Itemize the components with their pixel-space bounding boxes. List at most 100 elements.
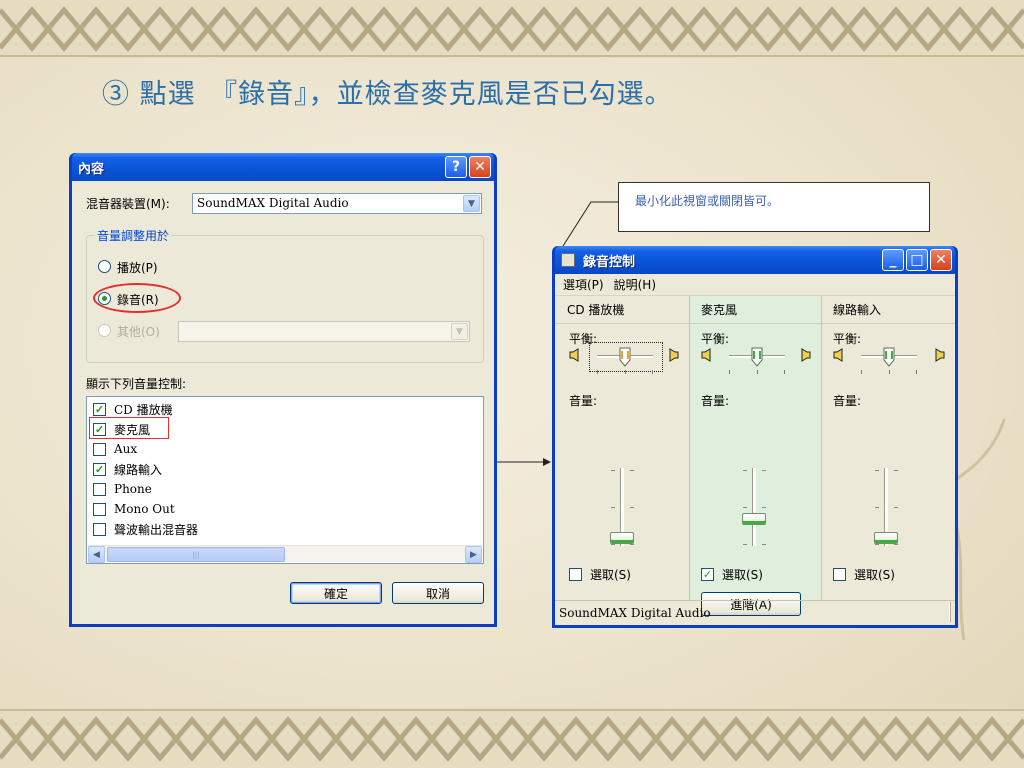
speaker-left-icon — [701, 348, 711, 362]
speaker-left-icon — [569, 348, 579, 362]
checkbox[interactable] — [93, 502, 106, 516]
recording-client: 選項(P) 說明(H) CD 播放機 麥克風 線路輸入 平衡: 音量: 選取(S… — [555, 274, 955, 625]
balance-slider-thumb[interactable] — [619, 347, 631, 367]
volume-tick — [743, 544, 747, 545]
list-item[interactable]: ✓ 線路輸入 — [93, 459, 162, 479]
close-button[interactable]: ✕ — [469, 156, 491, 178]
status-divider — [949, 602, 951, 622]
checkbox[interactable] — [569, 568, 582, 581]
select-checkbox-row[interactable]: 選取(S) — [569, 566, 631, 583]
checkbox[interactable] — [93, 442, 106, 456]
list-item[interactable]: ✓ CD 播放機 — [93, 399, 173, 419]
balance-tick — [889, 370, 890, 374]
balance-tick — [916, 370, 917, 374]
speaker-right-icon — [935, 348, 945, 362]
decorative-top-band — [0, 0, 1024, 58]
volume-slider-thumb[interactable] — [610, 532, 634, 545]
mixer-device-select[interactable]: SoundMAX Digital Audio ▼ — [192, 193, 482, 214]
volume-tick — [630, 544, 634, 545]
ok-button[interactable]: 確定 — [290, 582, 382, 604]
balance-tick — [861, 370, 862, 374]
checkbox[interactable]: ✓ — [701, 568, 714, 581]
speaker-left-icon — [833, 348, 843, 362]
decorative-bottom-band — [0, 708, 1024, 768]
checkbox[interactable]: ✓ — [93, 402, 106, 416]
volume-tick — [762, 470, 766, 471]
scroll-left-button[interactable]: ◀ — [88, 546, 105, 563]
volume-slider-thumb[interactable] — [742, 512, 766, 525]
volume-adjust-legend: 音量調整用於 — [94, 227, 173, 244]
minimize-button[interactable]: _ — [882, 249, 904, 271]
cancel-button[interactable]: 取消 — [392, 582, 484, 604]
tip-note-text: 最小化此視窗或關閉皆可。 — [635, 194, 780, 208]
checkbox[interactable]: ✓ — [93, 462, 106, 476]
radio-other-label: 其他(O) — [117, 325, 160, 339]
volume-tick — [762, 544, 766, 545]
scroll-thumb[interactable]: ||| — [107, 547, 285, 562]
speaker-right-icon — [669, 348, 679, 362]
scroll-right-button[interactable]: ▶ — [465, 546, 482, 563]
properties-title: 內容 — [78, 161, 105, 177]
horizontal-scrollbar[interactable]: ◀ ||| ▶ — [88, 545, 482, 563]
volume-tick — [630, 507, 634, 508]
volume-tick — [875, 544, 879, 545]
volume-label: 音量: — [833, 394, 862, 408]
checkbox[interactable] — [93, 482, 106, 496]
radio-playback-label: 播放(P) — [117, 261, 158, 275]
properties-client: 混音器裝置(M): SoundMAX Digital Audio ▼ 音量調整用… — [72, 181, 494, 624]
properties-titlebar[interactable]: 內容 ? ✕ — [72, 153, 494, 181]
recording-control-window: 錄音控制 _ □ ✕ 選項(P) 說明(H) CD 播放機 麥克風 線路輸入 平… — [552, 246, 958, 628]
radio-other[interactable] — [98, 324, 111, 337]
volume-tick — [743, 470, 747, 471]
help-button[interactable]: ? — [445, 156, 467, 178]
speaker-right-icon — [801, 348, 811, 362]
balance-tick — [729, 370, 730, 374]
mixer-column: 平衡: 音量: 選取(S) — [555, 274, 689, 600]
list-item[interactable]: 聲波輸出混音器 — [93, 519, 198, 539]
radio-playback[interactable] — [98, 260, 111, 273]
balance-slider-thumb[interactable] — [883, 347, 895, 367]
volume-tick — [743, 507, 747, 508]
checkbox[interactable] — [833, 568, 846, 581]
checkbox[interactable] — [93, 522, 106, 536]
instruction-heading: ③ 點選 『錄音』，並檢查麥克風是否已勾選。 — [102, 79, 673, 110]
balance-label: 平衡: — [833, 332, 862, 346]
recording-titlebar[interactable]: 錄音控制 _ □ ✕ — [555, 246, 955, 274]
volume-tick — [611, 470, 615, 471]
volume-controls-list[interactable]: ✓ CD 播放機 ✓ 麥克風 Aux ✓ 線路輸入 Phone Mono Out… — [86, 396, 484, 564]
list-item[interactable]: Phone — [93, 479, 152, 499]
chevron-down-icon[interactable]: ▼ — [451, 323, 468, 340]
list-item[interactable]: Mono Out — [93, 499, 175, 519]
tip-note: 最小化此視窗或關閉皆可。 — [618, 182, 930, 232]
volume-tick — [894, 470, 898, 471]
volume-track[interactable] — [752, 468, 756, 546]
microphone-highlight-box — [89, 417, 169, 439]
balance-tick — [652, 370, 653, 374]
other-device-select[interactable]: ▼ — [178, 321, 470, 342]
balance-tick — [784, 370, 785, 374]
balance-tick — [597, 370, 598, 374]
volume-tick — [894, 544, 898, 545]
volume-tick — [894, 507, 898, 508]
show-controls-label: 顯示下列音量控制: — [86, 377, 187, 391]
volume-tick — [762, 507, 766, 508]
list-item[interactable]: Aux — [93, 439, 137, 459]
volume-slider-thumb[interactable] — [874, 532, 898, 545]
volume-tick — [875, 470, 879, 471]
maximize-button[interactable]: □ — [906, 249, 928, 271]
balance-tick — [625, 370, 626, 374]
status-bar: SoundMAX Digital Audio — [555, 600, 955, 625]
recording-highlight-ellipse — [93, 283, 181, 313]
volume-tick — [611, 507, 615, 508]
volume-label: 音量: — [569, 394, 598, 408]
select-checkbox-row[interactable]: ✓ 選取(S) — [701, 566, 763, 583]
balance-slider-thumb[interactable] — [751, 347, 763, 367]
volume-label: 音量: — [701, 394, 730, 408]
volume-tick — [611, 544, 615, 545]
select-checkbox-row[interactable]: 選取(S) — [833, 566, 895, 583]
volume-tick — [875, 507, 879, 508]
close-button[interactable]: ✕ — [930, 249, 952, 271]
recording-title: 錄音控制 — [583, 254, 636, 270]
chevron-down-icon[interactable]: ▼ — [463, 195, 480, 212]
mixer-device-value: SoundMAX Digital Audio — [197, 196, 349, 210]
